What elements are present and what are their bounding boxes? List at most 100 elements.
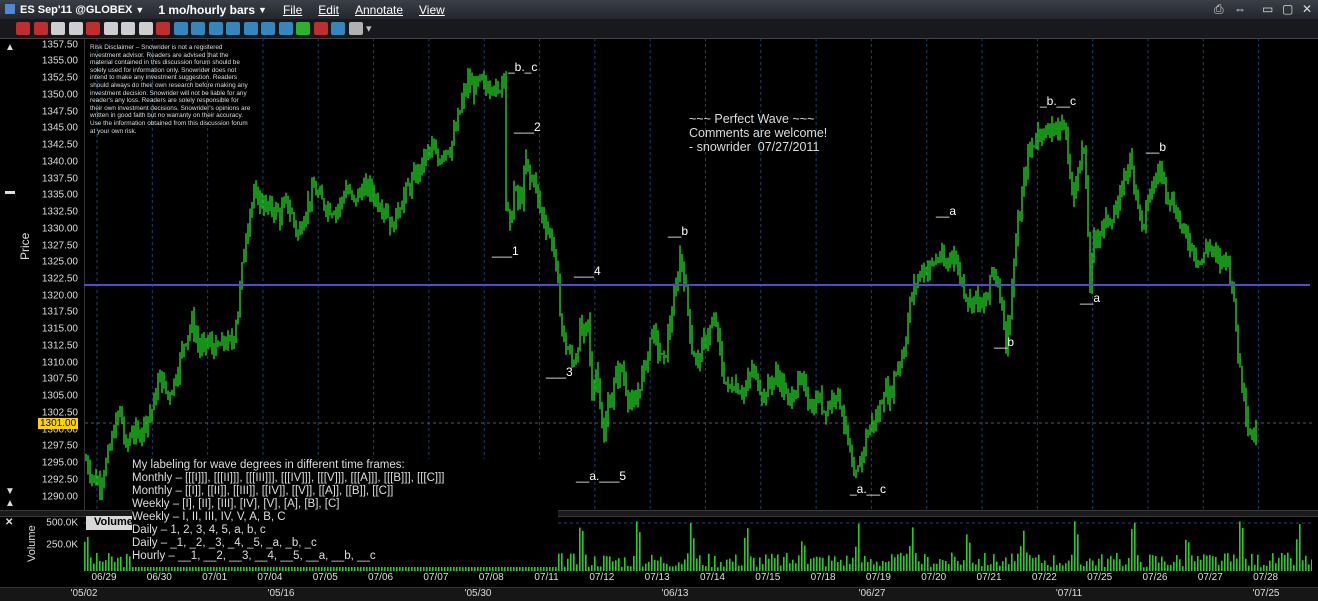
ruler-icon[interactable] [331,22,345,35]
crosshair-icon[interactable] [33,22,48,35]
volume-bar [702,565,704,571]
timeline-scrollbar[interactable]: '05/02 '05/16 '05/30 '06/13 '06/27 '07/11 '07/… [0,587,1318,601]
grid-icon[interactable] [121,22,135,35]
volume-bar [633,556,635,571]
volume-bar [639,532,641,571]
x-tick-label: 07/25 [1087,572,1113,583]
chevron-down-icon[interactable]: ▼ [135,5,144,15]
volume-bar [882,560,884,571]
volume-bar [1131,528,1133,571]
labeling-line: Weekly – [I], [II], [III], [IV], [V], [A… [132,498,340,510]
wave-label[interactable]: __a [1080,291,1100,305]
price-chart[interactable] [84,38,1313,510]
volume-bar [468,566,470,571]
zoom-out-icon[interactable] [278,22,293,35]
y-tick-label: 1290.00 [41,491,78,503]
wave-label[interactable]: ___2 [514,120,541,134]
bars-icon[interactable] [138,22,153,35]
text-icon[interactable] [191,22,205,35]
t-icon[interactable] [173,22,188,35]
dropdown-icon[interactable]: ▾ [366,22,380,35]
volume-bar [1086,561,1088,571]
volume-bar [972,562,974,571]
volume-bar [1296,539,1298,571]
volume-bar [747,528,749,571]
wave-label[interactable]: _b.__c [1040,94,1076,108]
undo-icon[interactable] [208,22,223,35]
volume-bar [978,559,980,571]
close-x-icon[interactable] [16,22,30,35]
chevron-down-icon[interactable]: ▼ [258,5,267,15]
wave-label[interactable]: __b [1146,140,1166,154]
collapse-down-icon[interactable]: ▼ [5,486,15,497]
y-tick-label: 1355.00 [41,55,78,67]
close-pane-icon[interactable]: ✕ [5,517,15,528]
volume-bar [981,566,983,571]
volume-bar [594,556,596,571]
labeling-line: Daily – _1, _2, _3, _4, _5, _a, _b, _c [132,537,317,549]
ticker-selector[interactable]: ES Sep'11 @GLOBEX [20,4,132,16]
link-icon[interactable]: ⇔ [1234,2,1246,16]
volume-bar [1155,555,1157,571]
maximize-icon[interactable]: ▢ [1282,2,1293,16]
volume-bar [627,565,629,571]
volume-bar [948,564,950,571]
wave-label[interactable]: __a [936,204,956,218]
wave-label[interactable]: __b [668,224,688,238]
y-tick-label: 1350.00 [41,89,78,101]
timeline-label: '06/13 [661,588,689,599]
volume-bar [852,557,854,571]
horizontal-line[interactable] [84,284,1310,286]
bar-size-selector[interactable]: 1 mo/hourly bars [158,3,255,17]
volume-bar [1287,552,1289,571]
collapse-up-icon[interactable]: ▲ [5,42,15,53]
volume-bar [858,523,860,571]
wave-label[interactable]: _a.__c [850,482,886,496]
crosshair2-icon[interactable] [156,22,170,35]
wave-label[interactable]: ___1 [492,244,519,258]
no-icon[interactable] [86,22,100,35]
dollar-icon[interactable] [296,22,310,35]
bar-chart-icon[interactable] [51,22,65,35]
wave-label[interactable]: ___4 [574,264,601,278]
close-icon[interactable]: ✕ [1302,2,1312,16]
redo-icon[interactable] [226,22,240,35]
study-icon[interactable] [243,22,258,35]
labeling-line: Monthly – [[I]], [[II]], [[III]], [[IV]]… [132,485,394,497]
wave-label[interactable]: __a.___5 [576,469,626,483]
volume-bar [1236,558,1238,571]
x-tick-label: 07/22 [1031,572,1057,583]
menu-view[interactable]: View [419,3,445,17]
volume-bar [873,564,875,571]
menu-edit[interactable]: Edit [318,3,339,17]
volume-bar [174,566,176,571]
volume-bar [891,554,893,571]
volume-bar [831,560,833,571]
tool-icon[interactable] [348,22,363,35]
volume-bar [1011,553,1013,571]
menu-annotate[interactable]: Annotate [355,3,403,17]
x-tick-label: 07/05 [312,572,338,583]
volume-bar [843,565,845,571]
print-icon[interactable]: ⎙ [1214,2,1224,17]
x-tick-label: 06/29 [91,572,117,583]
x-tick-label: 07/15 [755,572,781,583]
split-icon[interactable]: ▬ [5,186,15,197]
candle-icon[interactable] [68,22,83,35]
volume-bar [87,536,89,571]
chart-type-icon[interactable] [103,22,118,35]
collapse-up-icon[interactable]: ▲ [5,498,15,509]
minimize-icon[interactable]: ▭ [1262,2,1273,16]
wave-label[interactable]: ___3 [546,365,573,379]
zoom-in-icon[interactable] [261,22,275,35]
volume-bar [1038,554,1040,571]
wave-label[interactable]: _b._c [508,60,537,74]
y-tick-label: 1295.00 [41,457,78,469]
wave-label[interactable]: __b [994,335,1014,349]
x-tick-label: 07/01 [202,572,228,583]
volume-bar [1053,555,1055,571]
volume-bar [1227,553,1229,571]
volume-bar [1173,561,1175,571]
menu-file[interactable]: File [283,3,302,17]
color-icon[interactable] [313,22,328,35]
